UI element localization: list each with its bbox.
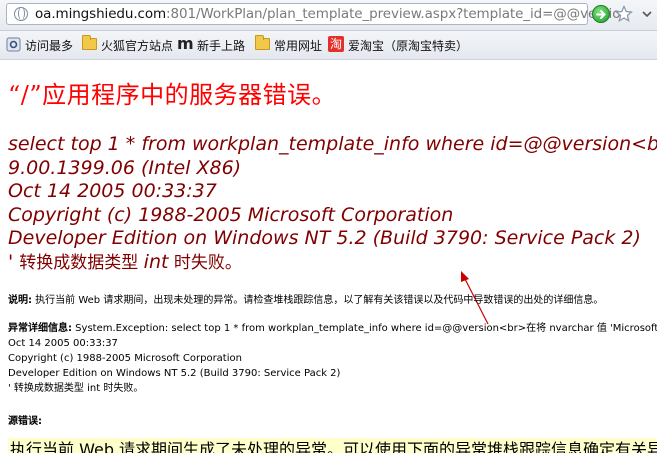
bookmark-label: 火狐官方站点 — [101, 39, 174, 53]
error-line: 9.00.1399.06 (Intel X86) — [8, 156, 242, 179]
error-line: Copyright (c) 1988-2005 Microsoft Corpor… — [8, 203, 454, 226]
folder-icon — [82, 35, 97, 50]
m-icon: m — [177, 34, 194, 53]
page-title: “/”应用程序中的服务器错误。 — [8, 81, 337, 109]
error-line: Developer Edition on Windows NT 5.2 (Bui… — [8, 227, 641, 249]
error-quote: ' — [8, 250, 20, 273]
folder-icon — [255, 35, 270, 50]
bookmarks-toolbar: 访问最多 火狐官方站点 m 新手上路 常用网址 淘 爱淘宝（原淘宝特卖） — [0, 31, 657, 60]
source-error-label: 源错误: — [8, 416, 42, 427]
exception-label: 异常详细信息: — [8, 323, 72, 334]
gear-icon — [6, 37, 21, 52]
chevron-down-icon[interactable] — [640, 5, 654, 23]
bookmark-label: 新手上路 — [197, 39, 246, 53]
error-line: Oct 14 2005 00:33:37 — [8, 180, 217, 202]
go-button[interactable] — [592, 5, 610, 23]
go-arrow-icon — [596, 10, 606, 19]
taobao-icon: 淘 — [328, 36, 344, 52]
address-bar[interactable]: oa.mingshiedu.com:801/WorkPlan/plan_temp… — [6, 3, 629, 25]
exception-line: Copyright (c) 1988-2005 Microsoft Corpor… — [8, 353, 242, 364]
bookmark-star-icon[interactable] — [615, 5, 633, 23]
error-line: select top 1 * from workplan_template_in… — [8, 133, 657, 155]
bookmark-label: 常用网址 — [274, 39, 323, 53]
error-line-conversion: ' 转换成数据类型 int 时失败。 — [8, 251, 657, 275]
bookmark-taobao[interactable]: 淘 爱淘宝（原淘宝特卖） — [327, 36, 477, 54]
description-label: 说明: — [8, 295, 32, 306]
exception-details: 异常详细信息: System.Exception: select top 1 *… — [8, 321, 657, 396]
browser-toolbar: oa.mingshiedu.com:801/WorkPlan/plan_temp… — [0, 0, 657, 31]
description-text: 执行当前 Web 请求期间，出现未处理的异常。请检查堆栈跟踪信息，以了解有关该错… — [32, 295, 604, 306]
source-error-box: 执行当前 Web 请求期间生成了未处理的异常。可以使用下面的异常堆栈跟踪信息确定… — [8, 438, 657, 453]
url-host: oa.mingshiedu.com — [35, 6, 167, 22]
url-path: :801/WorkPlan/plan_template_preview.aspx… — [166, 6, 629, 22]
description: 说明: 执行当前 Web 请求期间，出现未处理的异常。请检查堆栈跟踪信息，以了解… — [8, 291, 603, 306]
exception-text: System.Exception: select top 1 * from wo… — [75, 323, 657, 334]
error-message: select top 1 * from workplan_template_in… — [8, 133, 657, 274]
exception-line: Developer Edition on Windows NT 5.2 (Bui… — [8, 368, 341, 379]
exception-line: 异常详细信息: System.Exception: select top 1 *… — [8, 321, 657, 336]
error-text: 时失败。 — [168, 252, 242, 273]
bookmark-most-visited[interactable]: 访问最多 — [4, 36, 74, 54]
globe-icon — [14, 7, 28, 21]
exception-line: Oct 14 2005 00:33:37 — [8, 338, 118, 349]
error-text: 转换成数据类型 — [19, 252, 144, 273]
bookmark-label: 爱淘宝（原淘宝特卖） — [348, 39, 469, 53]
exception-line: ' 转换成数据类型 int 时失败。 — [8, 383, 144, 394]
page-content: “/”应用程序中的服务器错误。 select top 1 * from work… — [0, 60, 657, 453]
bookmark-getting-started[interactable]: m 新手上路 — [176, 34, 252, 54]
bookmark-common-sites[interactable]: 常用网址 — [253, 35, 325, 54]
bookmark-label: 访问最多 — [25, 39, 74, 53]
address-bar-url[interactable]: oa.mingshiedu.com:801/WorkPlan/plan_temp… — [35, 6, 629, 22]
error-type: int — [143, 250, 169, 273]
bookmark-firefox-site[interactable]: 火狐官方站点 — [80, 35, 175, 54]
